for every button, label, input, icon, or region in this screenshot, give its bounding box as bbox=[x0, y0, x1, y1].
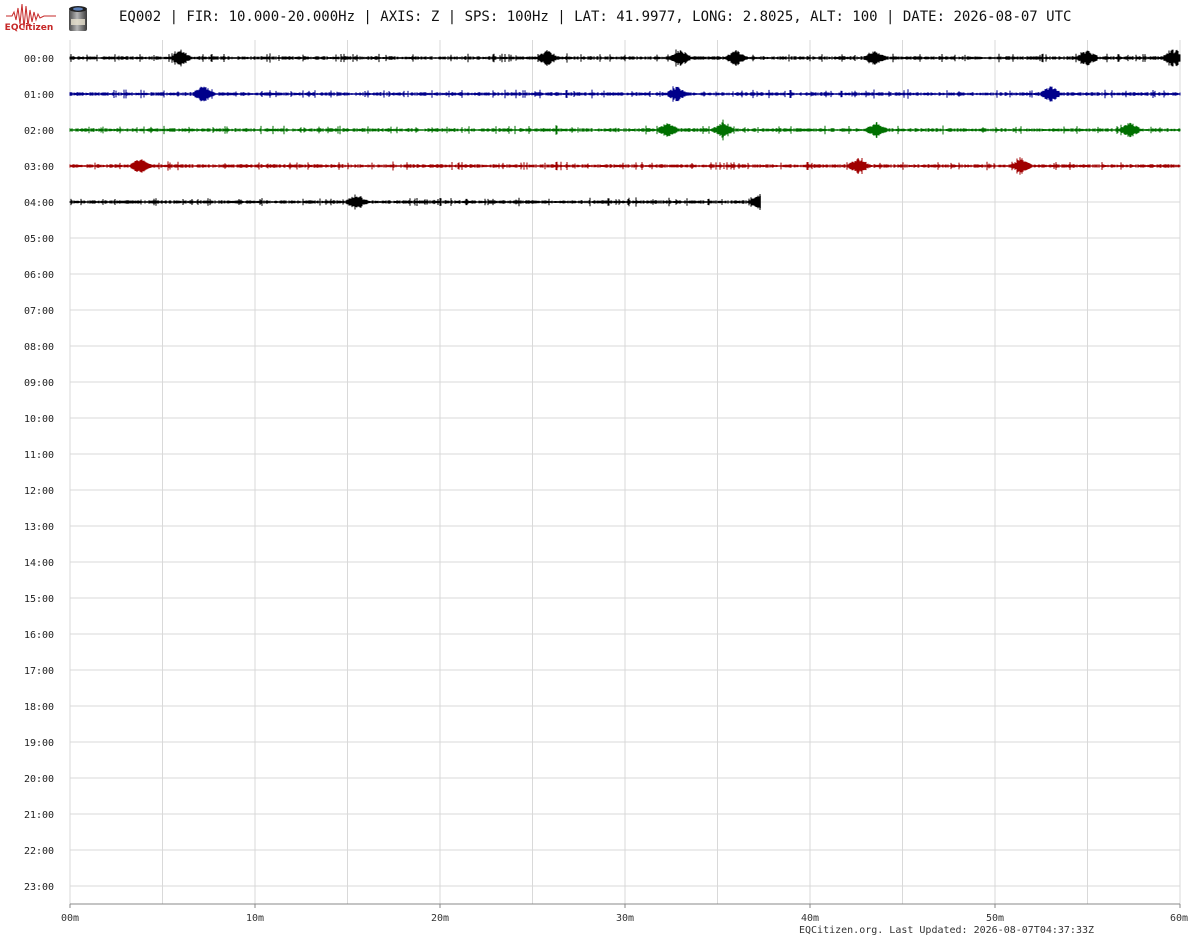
row-label: 03:00 bbox=[24, 162, 54, 173]
x-tick-label: 50m bbox=[986, 913, 1004, 924]
row-label: 12:00 bbox=[24, 486, 54, 497]
row-label: 00:00 bbox=[24, 54, 54, 65]
row-label: 07:00 bbox=[24, 306, 54, 317]
row-label: 14:00 bbox=[24, 558, 54, 569]
row-label: 06:00 bbox=[24, 270, 54, 281]
row-label: 05:00 bbox=[24, 234, 54, 245]
grid bbox=[69, 40, 1181, 905]
x-tick-label: 60m bbox=[1170, 913, 1188, 924]
row-label: 09:00 bbox=[24, 378, 54, 389]
x-tick-label: 10m bbox=[246, 913, 264, 924]
trace-signal bbox=[69, 194, 761, 210]
row-label: 19:00 bbox=[24, 738, 54, 749]
row-label: 17:00 bbox=[24, 666, 54, 677]
row-label: 15:00 bbox=[24, 594, 54, 605]
x-tick-label: 40m bbox=[801, 913, 819, 924]
x-tick-label: 00m bbox=[61, 913, 79, 924]
row-label: 08:00 bbox=[24, 342, 54, 353]
helicorder-chart: 00:00 01:00 02:00 03:00 04:00 05:00 06:00 07:00… bbox=[24, 40, 1188, 924]
row-label: 22:00 bbox=[24, 846, 54, 857]
row-label: 23:00 bbox=[24, 882, 54, 893]
row-label: 02:00 bbox=[24, 126, 54, 137]
footer-last-updated: EQCitizen.org. Last Updated: 2026-08-07T… bbox=[799, 925, 1095, 936]
row-label: 04:00 bbox=[24, 198, 54, 209]
row-label: 18:00 bbox=[24, 702, 54, 713]
row-labels: 00:00 01:00 02:00 03:00 04:00 05:00 06:00 07:00… bbox=[24, 54, 54, 893]
row-label: 11:00 bbox=[24, 450, 54, 461]
row-label: 20:00 bbox=[24, 774, 54, 785]
row-label: 16:00 bbox=[24, 630, 54, 641]
x-tick-label: 30m bbox=[616, 913, 634, 924]
trace-0400 bbox=[69, 194, 761, 210]
row-label: 10:00 bbox=[24, 414, 54, 425]
row-label: 13:00 bbox=[24, 522, 54, 533]
row-label: 21:00 bbox=[24, 810, 54, 821]
x-tick-label: 20m bbox=[431, 913, 449, 924]
row-label: 01:00 bbox=[24, 90, 54, 101]
x-axis-ticks: 00m 10m 20m 30m 40m 50m 60m bbox=[61, 904, 1188, 924]
